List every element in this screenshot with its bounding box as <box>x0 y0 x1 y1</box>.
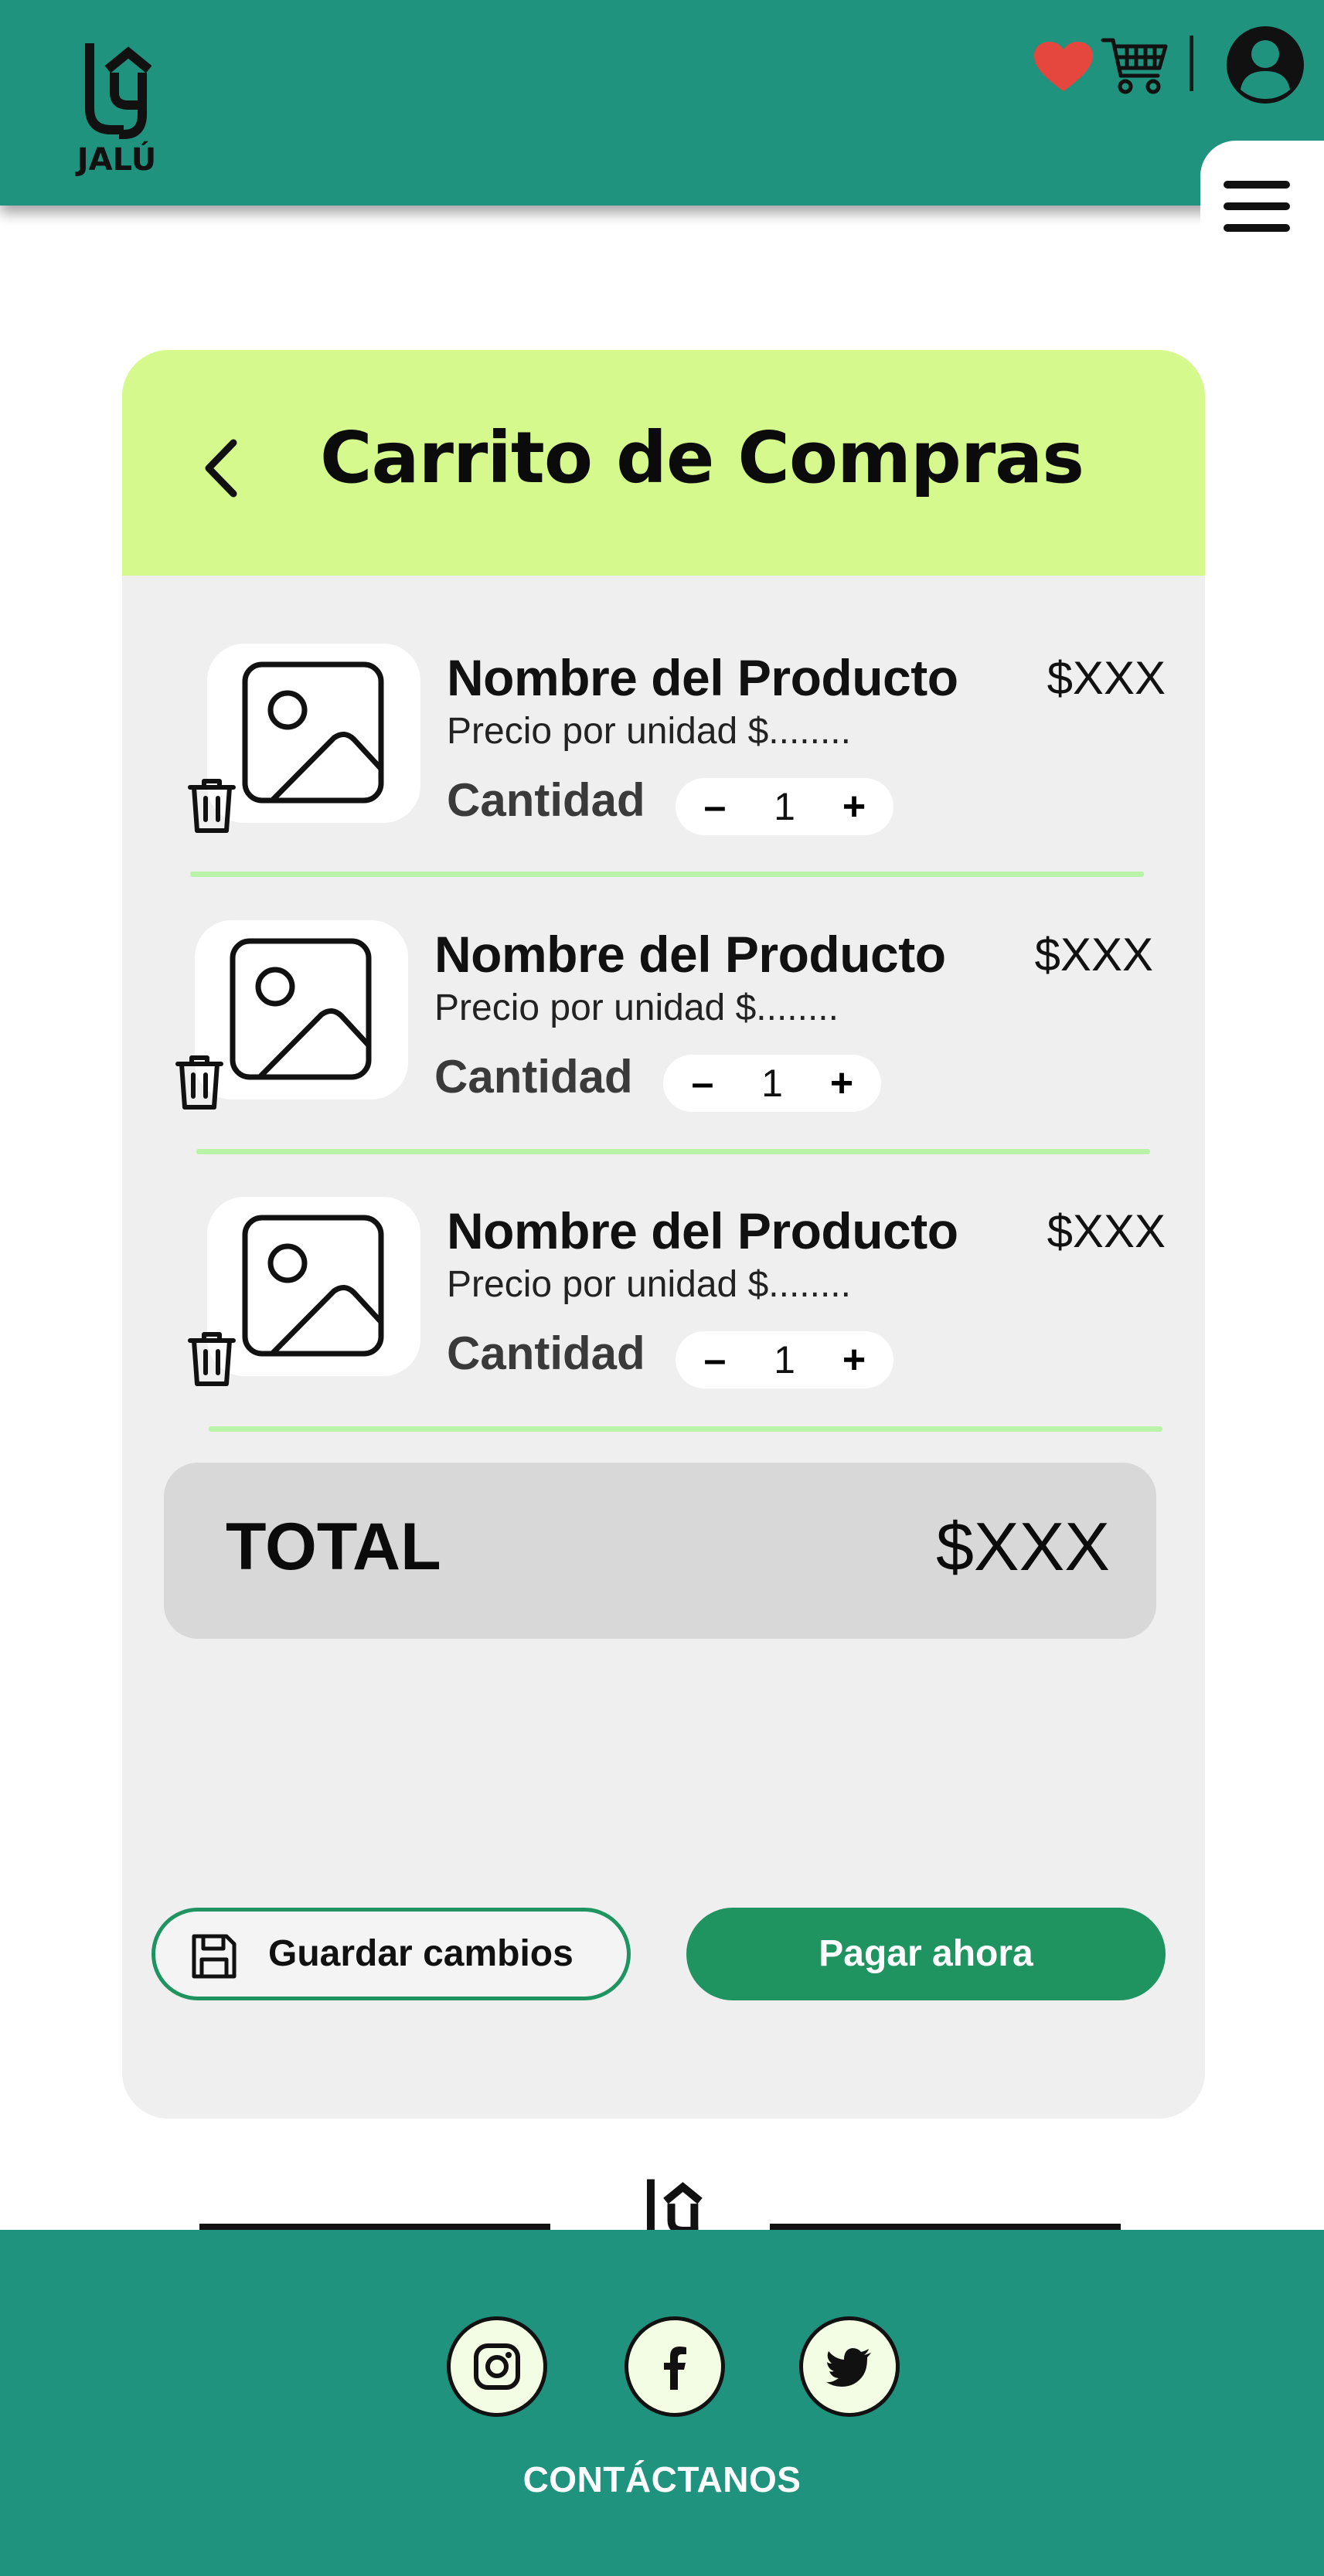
item-divider <box>190 872 1144 877</box>
facebook-icon[interactable] <box>625 2316 725 2417</box>
increase-button[interactable]: + <box>815 1055 869 1112</box>
instagram-icon[interactable] <box>447 2316 547 2417</box>
menu-icon-bar <box>1224 224 1290 232</box>
total-value: $XXX <box>935 1508 1110 1585</box>
contact-link[interactable]: CONTÁCTANOS <box>0 2459 1324 2500</box>
quantity-value[interactable]: 1 <box>753 1331 816 1388</box>
product-name: Nombre del Producto <box>447 1202 958 1259</box>
trash-icon[interactable] <box>184 1328 240 1388</box>
instagram-glyph <box>474 2343 520 2390</box>
unit-price: Precio por unidad $........ <box>447 1264 851 1305</box>
footer: CONTÁCTANOS <box>0 2230 1324 2576</box>
quantity-stepper: – 1 + <box>676 778 893 835</box>
product-price: $XXX <box>1034 929 1153 980</box>
decrease-button[interactable]: – <box>676 1055 730 1112</box>
twitter-glyph <box>826 2348 871 2387</box>
quantity-label: Cantidad <box>447 1327 645 1379</box>
cart-item: Nombre del Producto $XXX Precio por unid… <box>188 644 1166 845</box>
total-label: TOTAL <box>226 1510 441 1584</box>
trash-icon[interactable] <box>184 775 240 835</box>
item-divider <box>196 1149 1150 1154</box>
twitter-icon[interactable] <box>799 2316 900 2417</box>
brand-logo[interactable]: JALÚ <box>66 43 167 182</box>
quantity-label: Cantidad <box>434 1051 633 1103</box>
top-header: JALÚ <box>0 0 1324 206</box>
decrease-button[interactable]: – <box>688 1331 742 1388</box>
user-avatar-icon[interactable] <box>1225 25 1305 105</box>
decrease-button[interactable]: – <box>688 778 742 835</box>
cart-item: Nombre del Producto $XXX Precio por unid… <box>188 1197 1166 1398</box>
menu-button[interactable] <box>1200 141 1324 257</box>
footer-divider-right <box>770 2224 1121 2230</box>
quantity-stepper: – 1 + <box>676 1331 893 1388</box>
quantity-value[interactable]: 1 <box>753 778 816 835</box>
save-changes-label: Guardar cambios <box>268 1933 574 1974</box>
facebook-glyph <box>664 2347 686 2390</box>
cart-header: Carrito de Compras <box>122 350 1205 576</box>
pay-now-button[interactable]: Pagar ahora <box>686 1908 1166 2000</box>
unit-price: Precio por unidad $........ <box>447 711 851 752</box>
cart-item: Nombre del Producto $XXX Precio por unid… <box>175 920 1153 1121</box>
cart-card: Carrito de Compras Nombre del Producto $… <box>122 350 1205 2119</box>
menu-icon <box>1224 181 1290 189</box>
cart-title: Carrito de Compras <box>320 416 1084 499</box>
header-divider <box>1190 36 1193 91</box>
quantity-stepper: – 1 + <box>663 1055 881 1112</box>
save-changes-button[interactable]: Guardar cambios <box>151 1908 631 2000</box>
cart-icon[interactable] <box>1101 34 1169 97</box>
product-price: $XXX <box>1047 1205 1166 1257</box>
logo-text: JALÚ <box>77 142 157 178</box>
heart-icon[interactable] <box>1033 40 1094 94</box>
quantity-label: Cantidad <box>447 774 645 826</box>
increase-button[interactable]: + <box>827 778 881 835</box>
quantity-value[interactable]: 1 <box>740 1055 804 1112</box>
increase-button[interactable]: + <box>827 1331 881 1388</box>
save-icon <box>192 1934 237 1979</box>
footer-divider-left <box>199 2224 550 2230</box>
back-arrow-icon[interactable] <box>193 433 247 503</box>
product-price: $XXX <box>1047 652 1166 704</box>
image-placeholder-icon <box>242 1215 384 1357</box>
unit-price: Precio por unidad $........ <box>434 987 839 1028</box>
menu-icon-bar <box>1224 202 1290 210</box>
jalu-logo-mark-icon <box>85 43 152 139</box>
image-placeholder-icon <box>242 661 384 804</box>
total-box: TOTAL $XXX <box>164 1463 1156 1639</box>
image-placeholder-icon <box>230 938 372 1080</box>
trash-icon[interactable] <box>172 1052 227 1112</box>
product-name: Nombre del Producto <box>434 926 946 983</box>
item-divider <box>209 1426 1162 1432</box>
product-name: Nombre del Producto <box>447 649 958 706</box>
